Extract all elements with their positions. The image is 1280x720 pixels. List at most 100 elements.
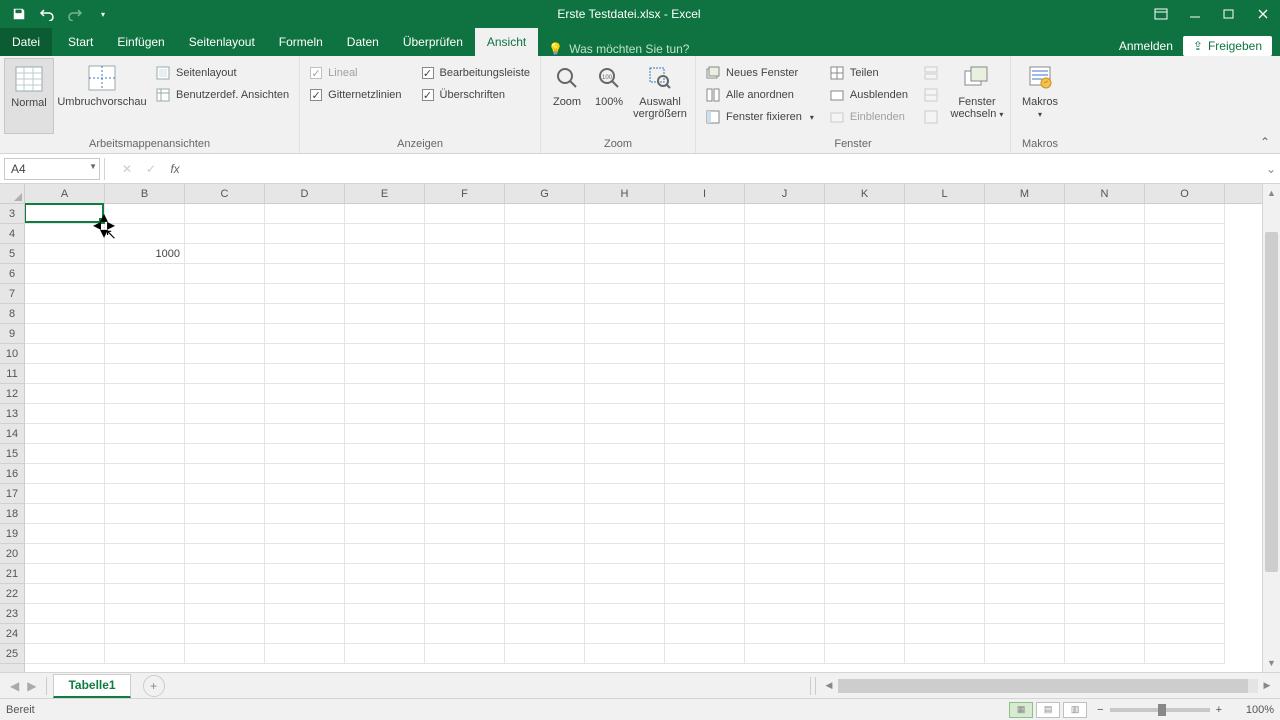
column-header[interactable]: J — [745, 184, 825, 203]
cell[interactable] — [985, 424, 1065, 444]
cell[interactable] — [185, 264, 265, 284]
cell[interactable] — [825, 284, 905, 304]
cell[interactable] — [25, 544, 105, 564]
column-header[interactable]: E — [345, 184, 425, 203]
cell[interactable] — [825, 324, 905, 344]
cell[interactable] — [425, 624, 505, 644]
cell[interactable] — [345, 544, 425, 564]
cell[interactable] — [905, 484, 985, 504]
cell[interactable] — [1145, 504, 1225, 524]
cell[interactable] — [745, 424, 825, 444]
cell[interactable] — [585, 384, 665, 404]
cell[interactable] — [425, 324, 505, 344]
cell[interactable] — [105, 204, 185, 224]
cell[interactable] — [985, 464, 1065, 484]
row-header[interactable]: 17 — [0, 484, 24, 504]
cell[interactable] — [425, 344, 505, 364]
cell[interactable] — [25, 204, 105, 224]
row-header[interactable]: 25 — [0, 644, 24, 664]
cell[interactable] — [905, 624, 985, 644]
cell[interactable] — [665, 304, 745, 324]
cell[interactable] — [505, 264, 585, 284]
cell[interactable] — [905, 444, 985, 464]
cell[interactable] — [1065, 364, 1145, 384]
cell[interactable] — [1065, 464, 1145, 484]
cell[interactable] — [25, 444, 105, 464]
cell[interactable] — [665, 344, 745, 364]
cell[interactable] — [1145, 284, 1225, 304]
cell[interactable] — [265, 584, 345, 604]
add-sheet-button[interactable]: + — [143, 675, 165, 697]
cell[interactable] — [25, 604, 105, 624]
cell[interactable] — [585, 584, 665, 604]
cell[interactable] — [345, 344, 425, 364]
tab-daten[interactable]: Daten — [335, 28, 391, 56]
cell[interactable] — [745, 504, 825, 524]
cell[interactable] — [585, 304, 665, 324]
cell[interactable] — [425, 204, 505, 224]
zoom-out-button[interactable]: − — [1097, 704, 1103, 716]
freeze-panes-button[interactable]: Fenster fixieren▾ — [700, 106, 820, 128]
gridlines-checkbox[interactable]: ✓Gitternetzlinien — [304, 84, 407, 106]
cell[interactable] — [825, 244, 905, 264]
cell[interactable] — [745, 344, 825, 364]
cell[interactable] — [345, 204, 425, 224]
cell[interactable] — [1065, 344, 1145, 364]
cell[interactable] — [825, 644, 905, 664]
cell[interactable] — [585, 624, 665, 644]
cell[interactable] — [1145, 444, 1225, 464]
cell[interactable] — [825, 564, 905, 584]
cell[interactable] — [825, 344, 905, 364]
cell[interactable] — [825, 624, 905, 644]
cell[interactable] — [185, 444, 265, 464]
column-header[interactable]: N — [1065, 184, 1145, 203]
cell[interactable] — [745, 284, 825, 304]
cell[interactable] — [905, 284, 985, 304]
cell[interactable] — [345, 404, 425, 424]
cell[interactable] — [1065, 264, 1145, 284]
cell[interactable] — [585, 504, 665, 524]
cell[interactable] — [105, 304, 185, 324]
hide-button[interactable]: Ausblenden — [824, 84, 914, 106]
cell[interactable] — [905, 524, 985, 544]
cell[interactable] — [985, 204, 1065, 224]
cell[interactable] — [345, 644, 425, 664]
cell[interactable] — [425, 604, 505, 624]
cell[interactable] — [105, 264, 185, 284]
cell[interactable] — [665, 284, 745, 304]
cell[interactable] — [585, 604, 665, 624]
tab-ueberpruefen[interactable]: Überprüfen — [391, 28, 475, 56]
ribbon-options-button[interactable] — [1144, 0, 1178, 28]
cell[interactable] — [1145, 204, 1225, 224]
cell[interactable] — [345, 244, 425, 264]
custom-views-button[interactable]: Benutzerdef. Ansichten — [150, 84, 295, 106]
cell[interactable] — [25, 244, 105, 264]
cell[interactable] — [345, 364, 425, 384]
cell[interactable] — [425, 544, 505, 564]
cell[interactable] — [985, 564, 1065, 584]
cell[interactable] — [1065, 204, 1145, 224]
tab-einfuegen[interactable]: Einfügen — [105, 28, 176, 56]
cells-area[interactable]: 1000 — [25, 204, 1262, 664]
cell[interactable] — [985, 224, 1065, 244]
cell[interactable] — [745, 544, 825, 564]
cell[interactable] — [185, 424, 265, 444]
cell[interactable] — [665, 584, 745, 604]
cell[interactable] — [1145, 564, 1225, 584]
cell[interactable] — [265, 504, 345, 524]
redo-button[interactable] — [64, 3, 86, 25]
maximize-button[interactable] — [1212, 0, 1246, 28]
cell[interactable] — [185, 584, 265, 604]
cell[interactable] — [665, 264, 745, 284]
cell[interactable] — [825, 304, 905, 324]
column-header[interactable]: F — [425, 184, 505, 203]
pagelayout-status-button[interactable]: ▤ — [1036, 702, 1060, 718]
cell[interactable] — [905, 384, 985, 404]
cell[interactable] — [505, 484, 585, 504]
cell[interactable] — [825, 484, 905, 504]
cell[interactable] — [185, 404, 265, 424]
cell[interactable] — [585, 564, 665, 584]
cell[interactable] — [1145, 384, 1225, 404]
close-button[interactable] — [1246, 0, 1280, 28]
cell[interactable] — [745, 384, 825, 404]
